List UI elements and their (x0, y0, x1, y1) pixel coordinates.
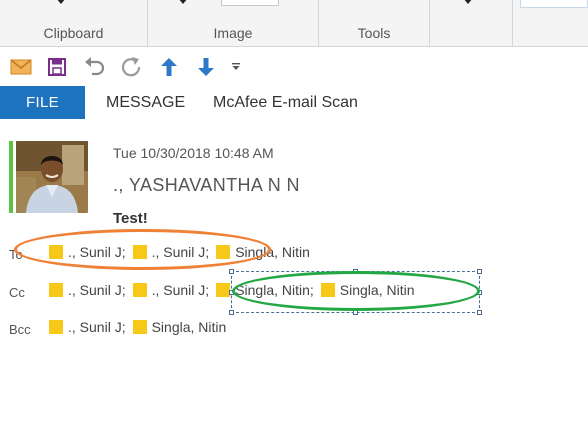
sender-name[interactable]: ., YASHAVANTHA N N (113, 175, 300, 196)
resize-handle[interactable] (229, 310, 234, 315)
ribbon-group-label: Clipboard (43, 25, 104, 41)
presence-indicator (9, 141, 13, 213)
recipient[interactable]: Singla, Nitin (132, 319, 227, 335)
redo-icon[interactable] (119, 55, 143, 79)
recipient-name: ., Sunil J; (68, 244, 126, 260)
contact-status-icon (49, 283, 63, 297)
recipient-name: ., Sunil J; (151, 244, 210, 260)
undo-icon[interactable] (83, 55, 107, 79)
message-subject: Test! (113, 210, 148, 227)
recipient-name: Singla, Nitin (151, 319, 227, 335)
contact-status-icon (132, 283, 147, 297)
recipient[interactable]: ., Sunil J; (49, 282, 126, 298)
contact-status-icon (132, 320, 147, 334)
contact-status-icon (49, 320, 63, 334)
message-datetime: Tue 10/30/2018 10:48 AM (113, 145, 274, 161)
recipient[interactable]: Singla, Nitin (320, 282, 415, 298)
chevron-down-icon[interactable] (56, 0, 66, 4)
recipient[interactable]: ., Sunil J; (49, 244, 126, 260)
chevron-down-icon[interactable] (463, 0, 473, 4)
ribbon-group-partial (430, 0, 513, 47)
recipient-name: Singla, Nitin (339, 282, 415, 298)
recipient-name: ., Sunil J; (68, 319, 126, 335)
bcc-row: Bcc ., Sunil J; Singla, Nitin (0, 318, 588, 340)
to-label: To (9, 247, 23, 262)
down-arrow-icon[interactable] (194, 55, 218, 79)
resize-handle[interactable] (353, 269, 358, 274)
recipient[interactable]: Singla, Nitin; (216, 282, 314, 298)
tab-bar: FILE MESSAGE McAfee E-mail Scan (0, 86, 588, 119)
ribbon: Clipboard Image Tools (0, 0, 588, 47)
ribbon-group-label: Image (213, 25, 253, 41)
ribbon-group-image: Image (148, 0, 319, 47)
save-icon[interactable] (45, 55, 69, 79)
recipient-name: ., Sunil J; (151, 282, 210, 298)
recipient[interactable]: ., Sunil J; (49, 319, 126, 335)
contact-status-icon (216, 245, 231, 259)
insert-picture-button[interactable] (221, 0, 279, 6)
ribbon-group-clipboard: Clipboard (0, 0, 148, 47)
to-row: To ., Sunil J; ., Sunil J; Singla, Nitin (0, 243, 588, 265)
to-recipients: ., Sunil J; ., Sunil J; Singla, Nitin (49, 244, 310, 260)
cc-label: Cc (9, 285, 25, 300)
mail-icon[interactable] (9, 55, 33, 79)
contact-status-icon (216, 283, 231, 297)
recipient[interactable]: Singla, Nitin (216, 244, 310, 260)
recipient-name: Singla, Nitin; (235, 282, 314, 298)
customize-dropdown-icon[interactable] (224, 55, 248, 79)
resize-handle[interactable] (353, 310, 358, 315)
ribbon-group-tools: Tools (319, 0, 430, 47)
cc-row: Cc ., Sunil J; ., Sunil J; Singla, Nitin… (0, 281, 588, 303)
bcc-label: Bcc (9, 322, 31, 337)
up-arrow-icon[interactable] (157, 55, 181, 79)
ribbon-group-label: Tools (357, 25, 391, 41)
chevron-down-icon[interactable] (178, 0, 188, 4)
tab-file[interactable]: FILE (0, 86, 85, 119)
contact-status-icon (49, 245, 63, 259)
tab-message[interactable]: MESSAGE (106, 86, 185, 119)
recipient-name: ., Sunil J; (68, 282, 126, 298)
tab-mcafee-email-scan[interactable]: McAfee E-mail Scan (213, 86, 358, 119)
resize-handle[interactable] (477, 310, 482, 315)
ribbon-gallery[interactable] (520, 0, 588, 8)
bcc-recipients: ., Sunil J; Singla, Nitin (49, 319, 226, 335)
quick-access-toolbar (0, 49, 588, 85)
avatar[interactable] (16, 141, 88, 213)
contact-status-icon (320, 283, 335, 297)
recipient[interactable]: ., Sunil J; (132, 282, 210, 298)
recipient-name: Singla, Nitin (235, 244, 310, 260)
recipient[interactable]: ., Sunil J; (132, 244, 210, 260)
resize-handle[interactable] (229, 269, 234, 274)
contact-status-icon (132, 245, 147, 259)
cc-recipients: ., Sunil J; ., Sunil J; Singla, Nitin; S… (49, 282, 414, 298)
resize-handle[interactable] (477, 269, 482, 274)
